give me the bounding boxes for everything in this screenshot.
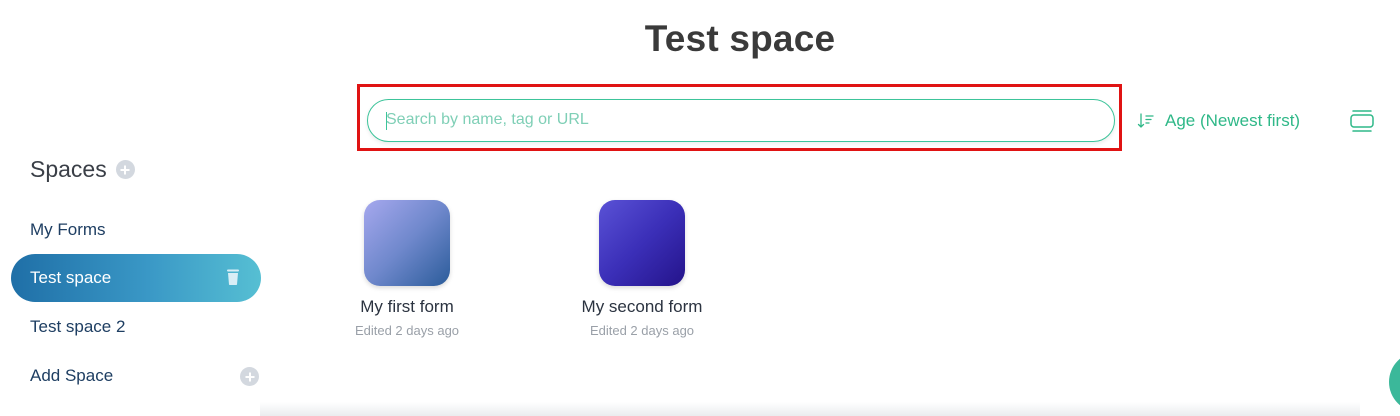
add-space-plus-icon[interactable] [115, 160, 135, 179]
form-card-my-second-form[interactable]: My second form Edited 2 days ago [557, 200, 727, 338]
form-name[interactable]: My second form [557, 297, 727, 317]
sidebar-item-label: Test space 2 [30, 317, 126, 336]
card-view-icon[interactable] [1349, 108, 1375, 134]
spaces-heading: Spaces [30, 156, 107, 182]
form-thumbnail[interactable] [364, 200, 450, 286]
form-edited-time: Edited 2 days ago [354, 323, 460, 338]
sidebar-item-label: My Forms [30, 220, 106, 239]
search-bar[interactable] [367, 99, 1115, 142]
panel-bottom-edge [260, 402, 1360, 416]
form-name[interactable]: My first form [322, 297, 492, 317]
search-input[interactable] [386, 100, 1086, 140]
sidebar-item-my-forms[interactable]: My Forms [11, 206, 261, 254]
sidebar-item-test-space-2[interactable]: Test space 2 [11, 303, 261, 351]
form-thumbnail[interactable] [599, 200, 685, 286]
chat-launcher-button[interactable] [1389, 352, 1400, 412]
sort-label: Age (Newest first) [1165, 111, 1301, 130]
page-title: Test space [644, 18, 836, 59]
sort-dropdown[interactable]: Age (Newest first) [1137, 108, 1300, 134]
form-edited-time: Edited 2 days ago [589, 323, 695, 338]
sidebar-item-test-space[interactable]: Test space [11, 254, 261, 302]
trash-icon[interactable] [225, 268, 241, 286]
sidebar-heading: Spaces [30, 156, 135, 183]
form-card-my-first-form[interactable]: My first form Edited 2 days ago [322, 200, 492, 338]
sidebar-item-label: Test space [30, 268, 112, 287]
sidebar-item-label: Add Space [30, 366, 114, 385]
add-space-icon[interactable] [240, 367, 259, 386]
sort-descending-icon [1137, 113, 1154, 128]
sidebar-item-add-space[interactable]: Add Space [11, 352, 261, 400]
